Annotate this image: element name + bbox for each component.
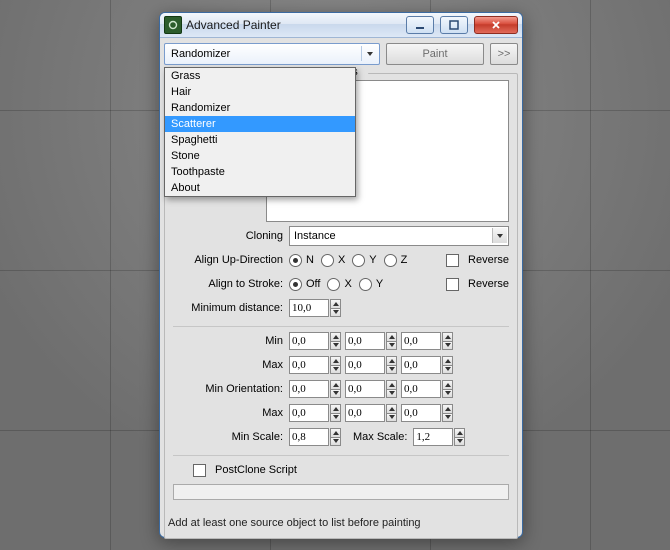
xyz-input[interactable] <box>401 380 441 398</box>
titlebar[interactable]: Advanced Painter <box>160 13 522 38</box>
chevron-down-icon <box>361 46 377 61</box>
min-scale-spinner[interactable] <box>289 428 341 446</box>
radio-label: Z <box>401 254 408 266</box>
min-scale-label: Min Scale: <box>173 431 283 443</box>
postclone-label: PostClone Script <box>215 464 297 476</box>
radio-label: X <box>344 278 351 290</box>
module-dropdown[interactable]: Randomizer <box>164 43 380 65</box>
max-scale-input[interactable] <box>413 428 453 446</box>
xyz-spinner[interactable] <box>289 332 341 350</box>
align-stroke-radios: Off X Y <box>289 278 387 291</box>
module-dropdown-item[interactable]: About <box>165 180 355 196</box>
module-dropdown-item[interactable]: Randomizer <box>165 100 355 116</box>
xyz-input[interactable] <box>289 332 329 350</box>
module-dropdown-item[interactable]: Spaghetti <box>165 132 355 148</box>
xyz-input[interactable] <box>345 356 385 374</box>
top-toolbar: Randomizer Paint >> <box>164 41 518 67</box>
min-distance-label: Minimum distance: <box>173 302 283 314</box>
close-button[interactable] <box>474 16 518 34</box>
xyz-spinner[interactable] <box>345 356 397 374</box>
spinner-down-icon[interactable] <box>330 309 341 318</box>
xyz-spinner[interactable] <box>345 404 397 422</box>
window-title: Advanced Painter <box>186 18 281 32</box>
radio-z[interactable] <box>384 254 397 267</box>
spinner-up-icon[interactable] <box>330 299 341 309</box>
radio-x[interactable] <box>321 254 334 267</box>
expand-button[interactable]: >> <box>490 43 518 65</box>
xyz-spinner[interactable] <box>289 356 341 374</box>
radio-label: X <box>338 254 345 266</box>
reverse-stroke-checkbox[interactable] <box>446 278 459 291</box>
radio-y[interactable] <box>352 254 365 267</box>
paint-button[interactable]: Paint <box>386 43 484 65</box>
divider <box>173 449 509 456</box>
module-dropdown-item[interactable]: Scatterer <box>165 116 355 132</box>
postclone-checkbox[interactable] <box>193 464 206 477</box>
radio-y[interactable] <box>359 278 372 291</box>
reverse-stroke-label: Reverse <box>468 278 509 290</box>
radio-x[interactable] <box>327 278 340 291</box>
xyz-input[interactable] <box>289 356 329 374</box>
module-dropdown-item[interactable]: Hair <box>165 84 355 100</box>
radio-label: Y <box>369 254 376 266</box>
min-distance-spinner[interactable] <box>289 299 341 317</box>
radio-label: Y <box>376 278 383 290</box>
cloning-select[interactable]: Instance <box>289 226 509 246</box>
max-label: Max <box>173 359 283 371</box>
min-distance-input[interactable] <box>289 299 329 317</box>
window-body: Randomizer Paint >> meters Remove Clear <box>164 41 518 533</box>
align-up-radios: NXYZ <box>289 254 411 267</box>
min-label: Min <box>173 335 283 347</box>
min-orient-label: Min Orientation: <box>173 383 283 395</box>
min-scale-input[interactable] <box>289 428 329 446</box>
xyz-spinner[interactable] <box>401 356 453 374</box>
minimize-button[interactable] <box>406 16 434 34</box>
chevron-down-icon <box>492 228 507 243</box>
xyz-spinner[interactable] <box>401 332 453 350</box>
status-bar: Add at least one source object to list b… <box>168 515 514 531</box>
radio-label: Off <box>306 278 320 290</box>
module-dropdown-list[interactable]: GrassHairRandomizerScattererSpaghettiSto… <box>164 67 356 197</box>
align-up-label: Align Up-Direction <box>173 254 283 266</box>
status-text: Add at least one source object to list b… <box>168 517 421 529</box>
cloning-label: Cloning <box>173 230 283 242</box>
module-dropdown-item[interactable]: Stone <box>165 148 355 164</box>
module-dropdown-value: Randomizer <box>171 48 230 60</box>
xyz-input[interactable] <box>345 380 385 398</box>
align-stroke-label: Align to Stroke: <box>173 278 283 290</box>
divider <box>173 320 509 327</box>
xyz-spinner[interactable] <box>345 380 397 398</box>
max2-label: Max <box>173 407 283 419</box>
xyz-input[interactable] <box>289 404 329 422</box>
postclone-script-field[interactable] <box>173 484 509 500</box>
radio-label: N <box>306 254 314 266</box>
reverse-up-checkbox[interactable] <box>446 254 459 267</box>
xyz-spinner[interactable] <box>345 332 397 350</box>
xyz-spinner[interactable] <box>401 404 453 422</box>
xyz-spinner[interactable] <box>401 380 453 398</box>
maximize-button[interactable] <box>440 16 468 34</box>
xyz-input[interactable] <box>289 380 329 398</box>
reverse-up-label: Reverse <box>468 254 509 266</box>
xyz-input[interactable] <box>345 332 385 350</box>
module-dropdown-item[interactable]: Toothpaste <box>165 164 355 180</box>
xyz-spinner[interactable] <box>289 380 341 398</box>
module-dropdown-item[interactable]: Grass <box>165 68 355 84</box>
advanced-painter-window: Advanced Painter Randomizer Paint >> met… <box>159 12 523 538</box>
xyz-input[interactable] <box>401 356 441 374</box>
radio-off[interactable] <box>289 278 302 291</box>
xyz-input[interactable] <box>345 404 385 422</box>
xyz-input[interactable] <box>401 332 441 350</box>
app-icon <box>164 16 182 34</box>
xyz-spinner[interactable] <box>289 404 341 422</box>
max-scale-label: Max Scale: <box>353 431 407 443</box>
radio-n[interactable] <box>289 254 302 267</box>
max-scale-spinner[interactable] <box>413 428 465 446</box>
xyz-input[interactable] <box>401 404 441 422</box>
